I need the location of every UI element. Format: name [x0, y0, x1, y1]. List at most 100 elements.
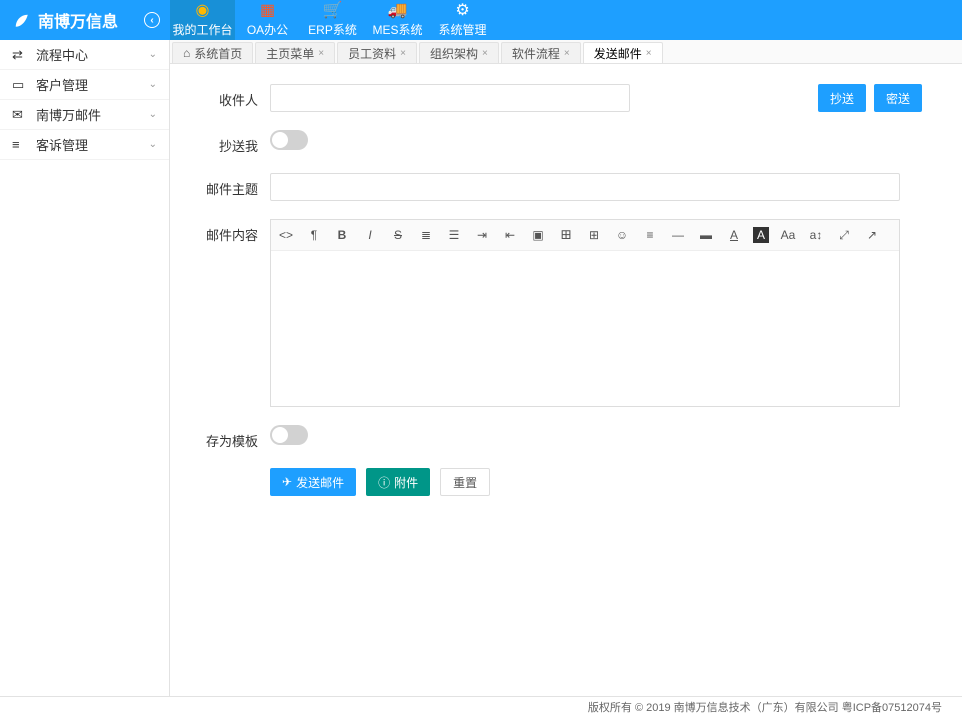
tab-label: 组织架构 — [430, 45, 478, 62]
sidebar-item-mail[interactable]: ✉ 南博万邮件 ⌄ — [0, 100, 169, 130]
attachment-button[interactable]: ⓘ 附件 — [366, 468, 430, 496]
subject-input[interactable] — [270, 173, 900, 201]
link-icon[interactable]: 𐌎 — [557, 224, 575, 246]
info-icon: ⓘ — [378, 474, 390, 491]
align-icon[interactable]: ≡ — [641, 224, 659, 246]
leaf-icon — [12, 11, 30, 29]
save-template-switch[interactable] — [270, 425, 308, 445]
reset-button[interactable]: 重置 — [440, 468, 490, 496]
nav-label: OA办公 — [247, 21, 288, 38]
brand-title: 南博万信息 — [38, 8, 118, 32]
nav-erp[interactable]: 🛒 ERP系统 — [300, 0, 365, 40]
fontcolor-icon[interactable]: A — [725, 224, 743, 246]
bcc-button[interactable]: 密送 — [874, 84, 922, 112]
bgcolor-icon[interactable]: A — [753, 227, 769, 243]
nav-label: MES系统 — [372, 21, 422, 38]
send-mail-button[interactable]: ✈ 发送邮件 — [270, 468, 356, 496]
sidebar-label: 南博万邮件 — [36, 105, 101, 124]
tab-org[interactable]: 组织架构 × — [419, 42, 499, 63]
cart-icon: 🛒 — [323, 3, 343, 19]
bold-icon[interactable]: B — [333, 224, 351, 246]
block-icon[interactable]: ▬ — [697, 224, 715, 246]
preview-icon[interactable]: ↗ — [863, 224, 881, 246]
close-icon[interactable]: × — [564, 48, 570, 59]
action-row: ✈ 发送邮件 ⓘ 附件 重置 — [270, 468, 932, 496]
fullscreen-icon[interactable]: ⤢ — [835, 224, 853, 246]
row-save-template: 存为模板 — [200, 425, 932, 450]
cc-me-label: 抄送我 — [200, 130, 270, 155]
nav-oa[interactable]: ▦ OA办公 — [235, 0, 300, 40]
tab-software-flow[interactable]: 软件流程 × — [501, 42, 581, 63]
nav-my-workbench[interactable]: ◉ 我的工作台 — [170, 0, 235, 40]
close-icon[interactable]: × — [400, 48, 406, 59]
sidebar-item-customer[interactable]: ▭ 客户管理 ⌄ — [0, 70, 169, 100]
chevron-down-icon: ⌄ — [149, 109, 157, 120]
tab-main-menu[interactable]: 主页菜单 × — [255, 42, 335, 63]
content-label: 邮件内容 — [200, 219, 270, 244]
attach-label: 附件 — [394, 474, 418, 491]
close-icon[interactable]: × — [318, 48, 324, 59]
shuffle-icon: ⇄ — [12, 47, 28, 63]
top-header: 南博万信息 ‹ ◉ 我的工作台 ▦ OA办公 🛒 ERP系统 🚚 MES系统 ⚙… — [0, 0, 962, 40]
row-subject: 邮件主题 — [200, 173, 932, 201]
table-icon[interactable]: ⊞ — [585, 224, 603, 246]
chevron-down-icon: ⌄ — [149, 139, 157, 150]
sidebar-item-complaint[interactable]: ≡ 客诉管理 ⌄ — [0, 130, 169, 160]
ol-icon[interactable]: ≣ — [417, 224, 435, 246]
sidebar-label: 客诉管理 — [36, 135, 88, 154]
send-label: 发送邮件 — [296, 474, 344, 491]
fontsize-icon[interactable]: Aa — [779, 224, 797, 246]
emoji-icon[interactable]: ☺ — [613, 224, 631, 246]
top-nav: ◉ 我的工作台 ▦ OA办公 🛒 ERP系统 🚚 MES系统 ⚙ 系统管理 — [170, 0, 495, 40]
tab-send-mail[interactable]: 发送邮件 × — [583, 42, 663, 63]
tab-label: 主页菜单 — [266, 45, 314, 62]
pilcrow-icon[interactable]: ¶ — [305, 224, 323, 246]
editor-body[interactable] — [271, 251, 899, 406]
chevron-down-icon: ⌄ — [149, 49, 157, 60]
send-icon: ✈ — [282, 475, 292, 489]
subject-label: 邮件主题 — [200, 173, 270, 198]
content-panel: 收件人 抄送 密送 抄送我 邮件主题 邮件内容 — [170, 64, 962, 696]
strike-icon[interactable]: S — [389, 224, 407, 246]
recipient-input[interactable] — [270, 84, 630, 112]
tab-label: 发送邮件 — [594, 45, 642, 62]
sidebar-item-flow-center[interactable]: ⇄ 流程中心 ⌄ — [0, 40, 169, 70]
collapse-sidebar-icon[interactable]: ‹ — [144, 12, 160, 28]
logo-area: 南博万信息 ‹ — [0, 0, 170, 40]
italic-icon[interactable]: I — [361, 224, 379, 246]
cc-me-switch[interactable] — [270, 130, 308, 150]
image-icon[interactable]: ▣ — [529, 224, 547, 246]
tab-employee[interactable]: 员工资料 × — [337, 42, 417, 63]
main-area: ⌂ 系统首页 主页菜单 × 员工资料 × 组织架构 × 软件流程 × 发送邮件 … — [170, 40, 962, 696]
row-content: 邮件内容 <> ¶ B I S ≣ ☰ ⇥ ⇤ ▣ 𐌎 — [200, 219, 932, 407]
list-icon: ≡ — [12, 137, 28, 152]
card-icon: ▭ — [12, 77, 28, 93]
editor-toolbar: <> ¶ B I S ≣ ☰ ⇥ ⇤ ▣ 𐌎 ⊞ ☺ ≡ — — [271, 220, 899, 251]
ul-icon[interactable]: ☰ — [445, 224, 463, 246]
tab-home[interactable]: ⌂ 系统首页 — [172, 42, 253, 63]
tab-label: 员工资料 — [348, 45, 396, 62]
tab-label: 软件流程 — [512, 45, 560, 62]
footer: 版权所有 © 2019 南博万信息技术（广东）有限公司 粤ICP备0751207… — [0, 696, 962, 716]
hr-icon[interactable]: — — [669, 224, 687, 246]
close-icon[interactable]: × — [482, 48, 488, 59]
tab-bar: ⌂ 系统首页 主页菜单 × 员工资料 × 组织架构 × 软件流程 × 发送邮件 … — [170, 40, 962, 64]
nav-system[interactable]: ⚙ 系统管理 — [430, 0, 495, 40]
row-recipient: 收件人 抄送 密送 — [200, 84, 932, 112]
save-template-label: 存为模板 — [200, 425, 270, 450]
lineheight-icon[interactable]: a↕ — [807, 224, 825, 246]
outdent-icon[interactable]: ⇤ — [501, 224, 519, 246]
sidebar: ⇄ 流程中心 ⌄ ▭ 客户管理 ⌄ ✉ 南博万邮件 ⌄ ≡ 客诉管理 ⌄ — [0, 40, 170, 696]
nav-mes[interactable]: 🚚 MES系统 — [365, 0, 430, 40]
indent-icon[interactable]: ⇥ — [473, 224, 491, 246]
chevron-down-icon: ⌄ — [149, 79, 157, 90]
close-icon[interactable]: × — [646, 48, 652, 59]
code-icon[interactable]: <> — [277, 224, 295, 246]
mail-icon: ✉ — [12, 107, 28, 123]
recipient-label: 收件人 — [200, 84, 270, 109]
copyright-text: 版权所有 © 2019 南博万信息技术（广东）有限公司 粤ICP备0751207… — [588, 699, 942, 715]
rich-editor: <> ¶ B I S ≣ ☰ ⇥ ⇤ ▣ 𐌎 ⊞ ☺ ≡ — — [270, 219, 900, 407]
sidebar-label: 客户管理 — [36, 75, 88, 94]
nav-label: 系统管理 — [438, 21, 486, 38]
cc-button[interactable]: 抄送 — [818, 84, 866, 112]
